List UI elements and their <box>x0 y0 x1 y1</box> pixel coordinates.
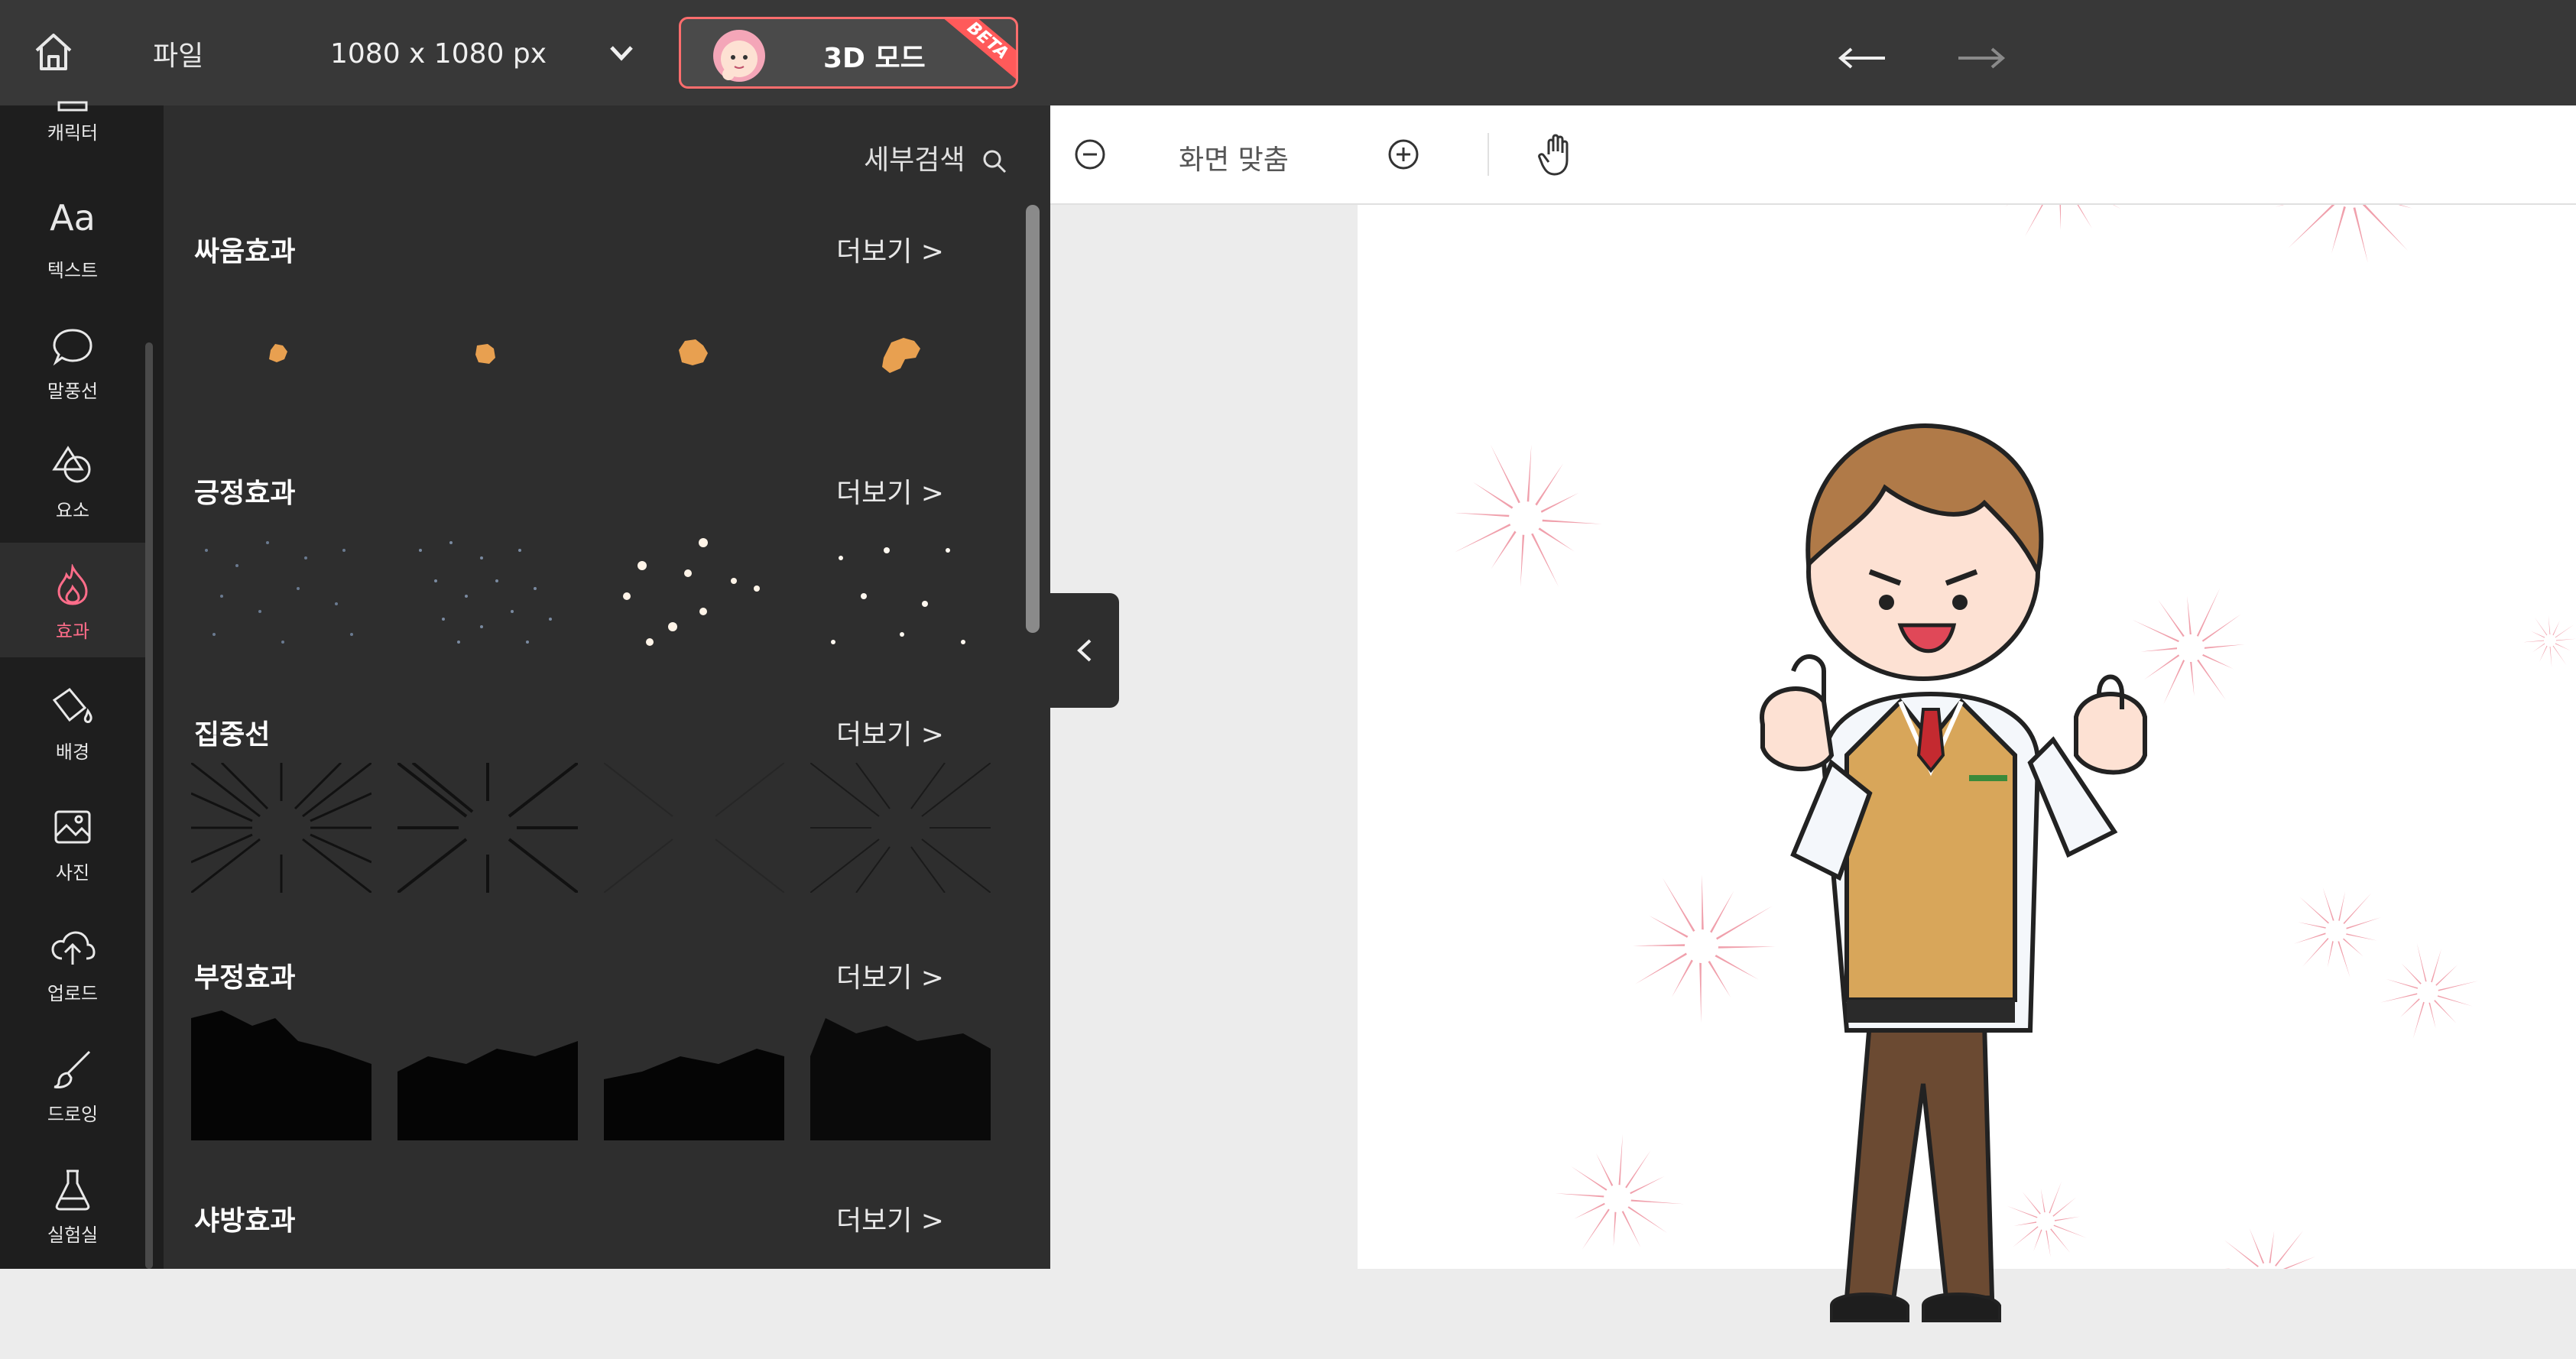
file-menu[interactable]: 파일 <box>153 34 203 73</box>
category-more-fight[interactable]: 더보기 > <box>836 229 944 269</box>
rail-label-upload: 업로드 <box>47 983 99 1004</box>
detail-search-button[interactable]: 세부검색 <box>864 138 1007 177</box>
burst-effect <box>2380 942 2479 1039</box>
text-icon: Aa <box>50 197 96 238</box>
burst-effect <box>2004 205 2121 237</box>
search-icon <box>983 150 1007 174</box>
cloud-upload-icon <box>51 931 96 965</box>
flask-icon <box>55 1169 90 1211</box>
character-icon <box>57 101 88 112</box>
burst-effect <box>2294 887 2381 978</box>
rail-item-upload[interactable]: 업로드 <box>0 905 145 1020</box>
photo-icon <box>54 810 91 844</box>
speech-bubble-icon <box>53 329 92 366</box>
burst-effect <box>2275 205 2413 263</box>
panel-scrollbar[interactable] <box>1026 205 1040 633</box>
category-title-positive: 긍정효과 <box>194 478 296 509</box>
undo-icon[interactable] <box>1835 35 1890 69</box>
detail-search-label: 세부검색 <box>864 144 965 176</box>
chevron-left-icon <box>1077 639 1092 662</box>
effect-thumb-fight-4[interactable] <box>810 289 991 419</box>
burst-effect <box>1555 1134 1684 1250</box>
category-more-focus-lines[interactable]: 더보기 > <box>836 712 944 752</box>
effect-thumb-positive-1[interactable] <box>191 527 371 657</box>
left-rail: 캐릭터 Aa 텍스트 말풍선 요소 효과 배경 사진 업로드 드로잉 실험실 <box>0 101 164 1269</box>
effects-panel: 세부검색 싸움효과 더보기 > 긍정효과 더보기 > 집중선 더보기 > 부정효… <box>164 105 1050 1269</box>
category-more-negative[interactable]: 더보기 > <box>836 955 944 995</box>
effect-thumb-positive-4[interactable] <box>810 527 991 657</box>
rail-item-background[interactable]: 배경 <box>0 663 145 778</box>
effect-thumb-negative-3[interactable] <box>604 1010 784 1140</box>
rail-label-photo: 사진 <box>55 862 90 884</box>
rail-scrollbar[interactable] <box>145 342 153 1269</box>
shapes-icon <box>52 446 91 483</box>
collapse-panel-button[interactable] <box>1050 593 1119 708</box>
category-more-positive[interactable]: 더보기 > <box>836 471 944 511</box>
brush-icon <box>54 1050 91 1088</box>
canvas-toolbar: 화면 맞춤 <box>1050 105 2576 205</box>
effect-thumb-focus-lines-4[interactable] <box>810 763 991 893</box>
rail-item-drawing[interactable]: 드로잉 <box>0 1026 145 1140</box>
effect-thumb-negative-4[interactable] <box>810 1010 991 1140</box>
rail-label-character: 캐릭터 <box>47 122 99 144</box>
rail-item-speech-bubble[interactable]: 말풍선 <box>0 303 145 417</box>
zoom-in-icon[interactable] <box>1387 138 1420 171</box>
flame-icon <box>57 564 88 605</box>
effect-thumb-focus-lines-2[interactable] <box>397 763 578 893</box>
rail-label-speech-bubble: 말풍선 <box>47 381 99 402</box>
rail-item-character[interactable]: 캐릭터 <box>0 84 145 176</box>
effect-thumb-fight-3[interactable] <box>604 289 784 419</box>
3d-mode-button[interactable]: 3D 모드 BETA <box>679 17 1018 89</box>
paint-bucket-icon <box>52 687 92 723</box>
burst-effect <box>2522 615 2576 668</box>
effect-thumb-positive-2[interactable] <box>397 527 578 657</box>
rail-item-text[interactable]: Aa 텍스트 <box>0 182 145 297</box>
design-canvas[interactable] <box>1358 205 2576 1322</box>
effect-thumb-positive-3[interactable] <box>604 527 784 657</box>
effect-thumb-negative-1[interactable] <box>191 1010 371 1140</box>
hand-tool-icon[interactable] <box>1538 131 1581 177</box>
effect-thumb-fight-2[interactable] <box>397 289 578 419</box>
chevron-down-icon[interactable] <box>608 43 634 63</box>
category-title-fight: 싸움효과 <box>194 236 296 268</box>
rail-label-text: 텍스트 <box>47 260 99 281</box>
effect-thumb-negative-2[interactable] <box>397 1010 578 1140</box>
home-icon[interactable] <box>31 29 76 75</box>
rail-label-effects: 효과 <box>55 621 90 642</box>
3d-avatar-icon <box>713 30 765 82</box>
rail-item-lab[interactable]: 실험실 <box>0 1147 145 1261</box>
canvas-size-select[interactable]: 1080 x 1080 px <box>330 38 547 70</box>
rail-label-drawing: 드로잉 <box>47 1104 99 1125</box>
category-title-negative: 부정효과 <box>194 962 296 994</box>
rail-label-lab: 실험실 <box>47 1224 99 1246</box>
rail-label-elements: 요소 <box>55 500 90 521</box>
burst-effect <box>1454 444 1602 588</box>
burst-effect <box>2224 1228 2316 1269</box>
rail-label-background: 배경 <box>55 741 90 763</box>
zoom-out-icon[interactable] <box>1073 138 1107 171</box>
effect-thumb-fight-1[interactable] <box>191 289 371 419</box>
top-bar: 파일 1080 x 1080 px 3D 모드 BETA <box>0 0 2576 105</box>
effect-thumb-focus-lines-3[interactable] <box>604 763 784 893</box>
rail-item-photo[interactable]: 사진 <box>0 784 145 899</box>
category-title-focus-lines: 집중선 <box>194 719 271 751</box>
category-title-sparkle: 샤방효과 <box>194 1205 296 1237</box>
character-boy[interactable] <box>1717 396 2206 1359</box>
beta-badge: BETA <box>939 19 1016 85</box>
3d-mode-label: 3D 모드 <box>823 43 926 74</box>
fit-to-screen-button[interactable]: 화면 맞춤 <box>1179 138 1289 177</box>
rail-item-elements[interactable]: 요소 <box>0 422 145 537</box>
category-more-sparkle[interactable]: 더보기 > <box>836 1198 944 1238</box>
redo-icon[interactable] <box>1954 35 2009 69</box>
toolbar-divider <box>1488 133 1489 176</box>
rail-item-effects[interactable]: 효과 <box>0 543 145 657</box>
effect-thumb-focus-lines-1[interactable] <box>191 763 371 893</box>
